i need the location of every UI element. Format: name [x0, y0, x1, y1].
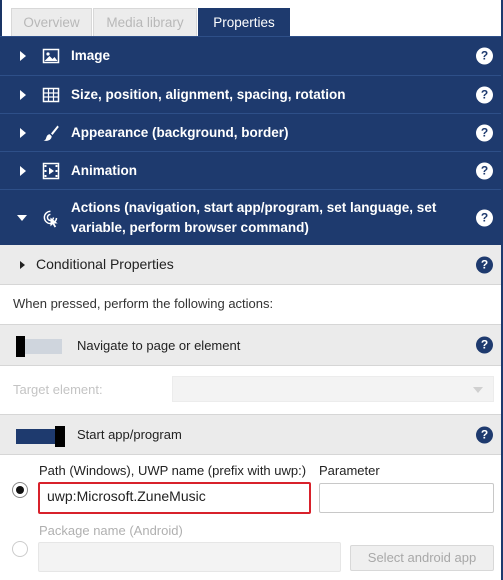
expand-arrow-icon	[20, 51, 26, 61]
section-image[interactable]: Image ?	[0, 36, 503, 75]
layout-grid-icon	[42, 87, 60, 102]
help-icon[interactable]: ?	[476, 426, 493, 443]
conditional-properties-label: Conditional Properties	[36, 256, 174, 272]
help-icon[interactable]: ?	[476, 256, 493, 273]
help-icon[interactable]: ?	[476, 47, 493, 65]
toggle-knob	[55, 426, 65, 447]
section-size-label: Size, position, alignment, spacing, rota…	[71, 86, 346, 102]
section-actions-label-line1: Actions (navigation, start app/program, …	[71, 200, 437, 215]
target-element-label: Target element:	[13, 382, 103, 397]
section-image-label: Image	[71, 48, 111, 63]
parameter-input[interactable]	[319, 483, 494, 513]
conditional-properties-row[interactable]: Conditional Properties ?	[0, 245, 503, 285]
package-input[interactable]	[38, 542, 341, 572]
expand-arrow-icon	[20, 89, 26, 100]
expand-arrow-icon	[20, 260, 25, 269]
section-size-position[interactable]: Size, position, alignment, spacing, rota…	[0, 75, 503, 113]
section-actions-label-line2: variable, perform browser command)	[71, 220, 309, 235]
path-input[interactable]: uwp:Microsoft.ZuneMusic	[38, 482, 311, 514]
section-actions[interactable]: Actions (navigation, start app/program, …	[0, 189, 503, 245]
tab-properties[interactable]: Properties	[198, 8, 290, 36]
help-icon[interactable]: ?	[476, 336, 493, 354]
expand-arrow-icon	[20, 127, 26, 138]
path-label: Path (Windows), UWP name (prefix with uw…	[39, 463, 307, 478]
tab-overview[interactable]: Overview	[11, 8, 92, 36]
help-icon[interactable]: ?	[476, 162, 493, 179]
section-appearance-label: Appearance (background, border)	[71, 124, 289, 140]
start-app-label: Start app/program	[77, 427, 182, 442]
tab-media-library[interactable]: Media library	[93, 8, 197, 36]
start-app-toggle[interactable]	[16, 426, 65, 447]
help-icon[interactable]: ?	[476, 86, 493, 103]
collapse-arrow-icon	[17, 214, 27, 221]
start-app-row: Start app/program ?	[0, 414, 503, 455]
target-element-select[interactable]	[172, 376, 494, 402]
section-animation-label: Animation	[71, 162, 137, 178]
section-animation[interactable]: Animation ?	[0, 151, 503, 189]
toggle-knob	[16, 336, 25, 357]
help-icon[interactable]: ?	[476, 124, 493, 141]
film-icon	[42, 162, 60, 179]
chevron-down-icon	[473, 387, 483, 393]
navigate-label: Navigate to page or element	[77, 338, 241, 353]
tab-bar: Overview Media library Properties	[0, 0, 503, 36]
image-icon	[42, 48, 60, 64]
navigate-row: Navigate to page or element ?	[0, 324, 503, 366]
brush-icon	[43, 125, 59, 141]
touch-icon	[43, 210, 58, 227]
section-appearance[interactable]: Appearance (background, border) ?	[0, 113, 503, 151]
expand-arrow-icon	[20, 165, 26, 176]
path-radio[interactable]	[12, 482, 28, 498]
section-actions-label: Actions (navigation, start app/program, …	[71, 198, 436, 238]
navigate-toggle[interactable]	[16, 336, 62, 357]
help-icon[interactable]: ?	[476, 209, 493, 226]
android-radio[interactable]	[12, 541, 28, 557]
package-label: Package name (Android)	[39, 523, 183, 538]
parameter-label: Parameter	[319, 463, 380, 478]
when-pressed-text: When pressed, perform the following acti…	[13, 296, 274, 311]
select-android-app-button[interactable]: Select android app	[350, 545, 494, 571]
